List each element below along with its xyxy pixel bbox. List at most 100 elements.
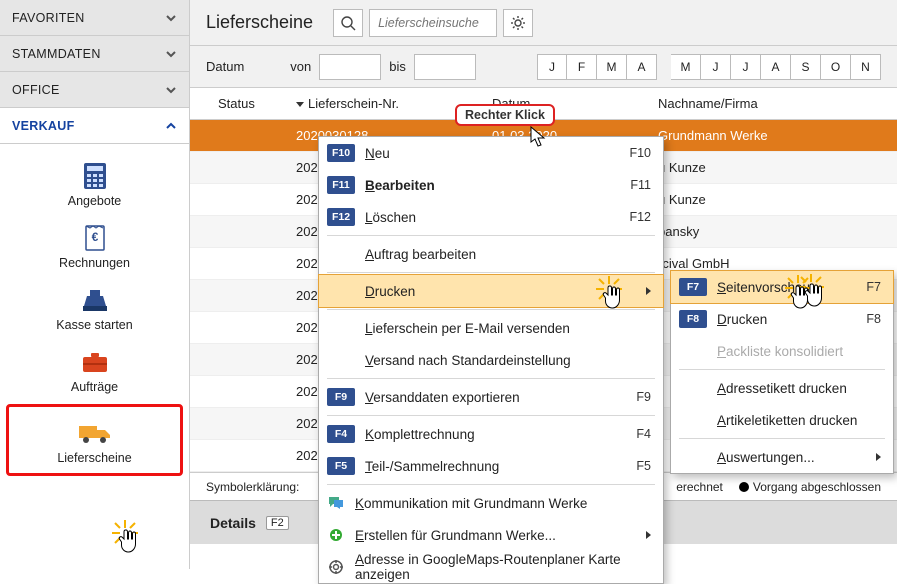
invoice-icon: €: [77, 222, 113, 254]
calculator-icon: [77, 160, 113, 192]
key-badge: F8: [679, 310, 707, 328]
page-title: Lieferscheine: [200, 12, 327, 33]
month-cell[interactable]: M: [671, 54, 701, 80]
search-icon: [340, 15, 356, 31]
chevron-up-icon: [165, 120, 177, 132]
menu-item[interactable]: F4KomplettrechnungF4: [319, 418, 663, 450]
menu-item[interactable]: Auswertungen...: [671, 441, 893, 473]
filter-bar: Datum von bis J F M A M J J A S O N: [190, 46, 897, 88]
sidebar-section-stammdaten[interactable]: STAMMDATEN: [0, 36, 189, 72]
col-name[interactable]: Nachname/Firma: [648, 96, 897, 111]
date-to-input[interactable]: [414, 54, 476, 80]
cashregister-icon: [77, 284, 113, 316]
menu-item[interactable]: F8DruckenF8: [671, 303, 893, 335]
sidebar-item-lieferscheine[interactable]: Lieferscheine: [9, 409, 180, 471]
menu-item[interactable]: Lieferschein per E-Mail versenden: [319, 312, 663, 344]
cell-name: Grundmann Werke: [648, 128, 897, 143]
briefcase-icon: [77, 346, 113, 378]
sidebar-section-verkauf[interactable]: VERKAUF: [0, 108, 189, 144]
sidebar-item-lieferscheine-highlight: Lieferscheine: [6, 404, 183, 476]
menu-item[interactable]: F5Teil-/SammelrechnungF5: [319, 450, 663, 482]
month-cell[interactable]: N: [851, 54, 881, 80]
menu-item[interactable]: Versand nach Standardeinstellung: [319, 344, 663, 376]
sidebar-item-auftraege[interactable]: Aufträge: [0, 338, 189, 400]
key-badge: F7: [679, 278, 707, 296]
sidebar-item-label: Kasse starten: [56, 318, 132, 332]
month-cell[interactable]: J: [731, 54, 761, 80]
menu-item[interactable]: Artikeletiketten drucken: [671, 404, 893, 436]
details-key: F2: [266, 516, 289, 530]
menu-item[interactable]: Adresse in GoogleMaps-Routenplaner Karte…: [319, 551, 663, 583]
target-icon: [327, 558, 345, 576]
search-input[interactable]: [369, 9, 497, 37]
month-cell[interactable]: A: [627, 54, 657, 80]
sort-desc-icon: [296, 100, 304, 108]
key-badge: F11: [327, 176, 355, 194]
sidebar: FAVORITEN STAMMDATEN OFFICE VERKAUF Ange…: [0, 0, 190, 569]
menu-item[interactable]: F9Versanddaten exportierenF9: [319, 381, 663, 413]
cell-name: bansky: [648, 224, 897, 239]
gear-icon: [510, 15, 526, 31]
chevron-down-icon: [165, 48, 177, 60]
menu-item: Packliste konsolidiert: [671, 335, 893, 367]
submenu-arrow-icon: [876, 453, 881, 461]
sidebar-item-label: Aufträge: [71, 380, 118, 394]
month-cell[interactable]: J: [701, 54, 731, 80]
date-label: Datum: [206, 59, 244, 74]
date-from-input[interactable]: [319, 54, 381, 80]
chevron-down-icon: [165, 84, 177, 96]
context-menu-drucken: F7SeitenvorschauF7F8DruckenF8Packliste k…: [670, 270, 894, 474]
key-badge: F9: [327, 388, 355, 406]
submenu-arrow-icon: [646, 287, 651, 295]
truck-icon: [77, 417, 113, 449]
col-status[interactable]: Status: [190, 96, 286, 111]
menu-item[interactable]: F12LöschenF12: [319, 201, 663, 233]
legend-label: Symbolerklärung:: [206, 480, 299, 494]
chevron-down-icon: [165, 12, 177, 24]
key-badge: F10: [327, 144, 355, 162]
key-badge: F5: [327, 457, 355, 475]
cell-name: rcival GmbH: [648, 256, 897, 271]
sidebar-item-angebote[interactable]: Angebote: [0, 152, 189, 214]
sidebar-item-label: Rechnungen: [59, 256, 130, 270]
sidebar-section-favoriten[interactable]: FAVORITEN: [0, 0, 189, 36]
month-cell[interactable]: O: [821, 54, 851, 80]
menu-item[interactable]: F7SeitenvorschauF7: [671, 271, 893, 303]
settings-button[interactable]: [503, 9, 533, 37]
menu-item[interactable]: F11BearbeitenF11: [319, 169, 663, 201]
key-badge: F12: [327, 208, 355, 226]
cursor-hand-icon: [118, 528, 140, 554]
svg-text:€: €: [91, 230, 98, 244]
col-nr[interactable]: Lieferschein-Nr.: [286, 96, 482, 111]
header-bar: Lieferscheine: [190, 0, 897, 46]
chat-icon: [327, 494, 345, 512]
cursor-arrow-icon: [530, 126, 546, 148]
month-cell[interactable]: J: [537, 54, 567, 80]
menu-item[interactable]: Auftrag bearbeiten: [319, 238, 663, 270]
sidebar-item-kasse[interactable]: Kasse starten: [0, 276, 189, 338]
month-cell[interactable]: S: [791, 54, 821, 80]
month-cell[interactable]: M: [597, 54, 627, 80]
menu-item[interactable]: Kommunikation mit Grundmann Werke: [319, 487, 663, 519]
from-label: von: [290, 59, 311, 74]
cell-name: u Kunze: [648, 160, 897, 175]
to-label: bis: [389, 59, 406, 74]
details-button[interactable]: Details: [210, 515, 256, 531]
menu-item[interactable]: Adressetikett drucken: [671, 372, 893, 404]
submenu-arrow-icon: [646, 531, 651, 539]
plus-icon: [327, 526, 345, 544]
sidebar-item-rechnungen[interactable]: € Rechnungen: [0, 214, 189, 276]
sidebar-section-office[interactable]: OFFICE: [0, 72, 189, 108]
month-cell[interactable]: A: [761, 54, 791, 80]
key-badge: F4: [327, 425, 355, 443]
cell-name: u Kunze: [648, 192, 897, 207]
menu-item[interactable]: Erstellen für Grundmann Werke...: [319, 519, 663, 551]
tooltip-rechter-klick: Rechter Klick: [455, 104, 555, 126]
sidebar-item-label: Lieferscheine: [57, 451, 131, 465]
sidebar-items: Angebote € Rechnungen Kasse starten Auft…: [0, 144, 189, 494]
menu-item[interactable]: F10NeuF10: [319, 137, 663, 169]
month-cell[interactable]: F: [567, 54, 597, 80]
sidebar-item-label: Angebote: [68, 194, 122, 208]
month-filter: J F M A M J J A S O N: [537, 54, 881, 80]
search-button[interactable]: [333, 9, 363, 37]
